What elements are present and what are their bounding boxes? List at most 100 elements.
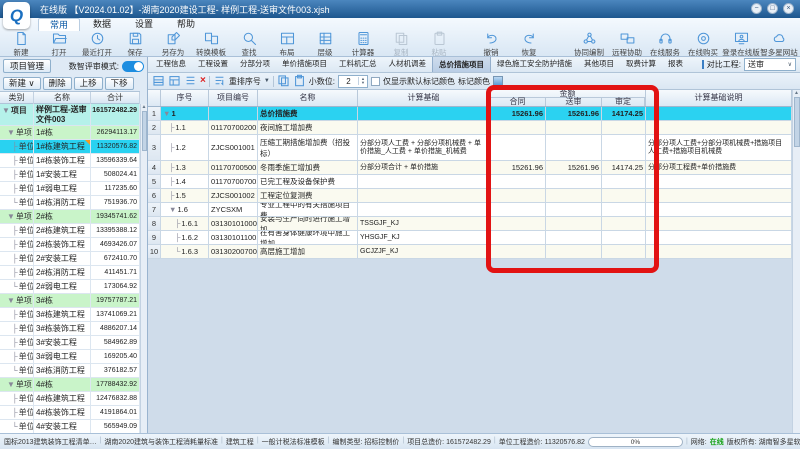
- tree-row[interactable]: ▼单项2#栋19345741.62: [0, 210, 140, 224]
- login-button[interactable]: 登录在线版: [722, 31, 760, 57]
- tree-row[interactable]: └单位1#栋消防工程751936.70: [0, 196, 140, 210]
- tree-row[interactable]: ├单位2#栋装饰工程4693426.07: [0, 238, 140, 252]
- service-button[interactable]: 在线服务: [646, 31, 684, 57]
- table-row[interactable]: 1▼1总价措施费15261.9615261.9614174.25: [148, 107, 792, 121]
- tab-总价措施项目[interactable]: 总价措施项目: [432, 57, 491, 72]
- tree-scrollbar-thumb[interactable]: [142, 111, 147, 151]
- convert-button[interactable]: 转换模板: [192, 31, 230, 57]
- list-view-button[interactable]: [184, 74, 197, 89]
- tab-报表[interactable]: 报表: [662, 57, 689, 72]
- copy-cell-button[interactable]: [277, 74, 290, 89]
- tab-人材机调差[interactable]: 人材机调差: [383, 57, 433, 72]
- table-scrollbar[interactable]: ▲: [792, 90, 800, 433]
- table-row[interactable]: 9├1.6.2031301011001在有害身体健康环境中施工增加YHSGJF_…: [148, 231, 792, 245]
- minimize-button[interactable]: −: [751, 3, 762, 14]
- tree-row[interactable]: ├单位2#安装工程672410.70: [0, 252, 140, 266]
- ribbon-tab-数据[interactable]: 数据: [82, 18, 122, 31]
- open-button[interactable]: 打开: [40, 31, 78, 57]
- project-manage-button[interactable]: 项目管理: [3, 59, 51, 73]
- tree-row[interactable]: ▼单项4#栋17788432.92: [0, 378, 140, 392]
- tree-delete-button[interactable]: 删除: [43, 77, 72, 90]
- site-button[interactable]: 智多星网站: [760, 31, 798, 57]
- tree-row[interactable]: ├单位3#弱电工程169205.40: [0, 350, 140, 364]
- tree-row[interactable]: └单位2#弱电工程173064.92: [0, 280, 140, 294]
- spinner-arrows-icon[interactable]: ▲▼: [358, 77, 367, 85]
- tree-new-button[interactable]: 新建 ∨: [3, 77, 41, 90]
- tab-单价措施项目[interactable]: 单价措施项目: [276, 57, 333, 72]
- table-row[interactable]: 2├1.1011707002001夜间施工增加费: [148, 121, 792, 135]
- decimal-spinner[interactable]: 2 ▲▼: [338, 75, 368, 88]
- tree-scrollbar[interactable]: ▲: [140, 104, 147, 433]
- tab-其他项目[interactable]: 其他项目: [578, 57, 620, 72]
- ribbon-tab-设置[interactable]: 设置: [124, 18, 164, 31]
- tree-row[interactable]: ├单位3#安装工程584962.89: [0, 336, 140, 350]
- col-header-contract[interactable]: 合同: [490, 98, 546, 106]
- tab-工程信息[interactable]: 工程信息: [150, 57, 192, 72]
- col-header-review[interactable]: 送审: [546, 98, 602, 106]
- redo-button[interactable]: 恢复: [510, 31, 548, 57]
- paste-cell-button[interactable]: [293, 74, 306, 89]
- tab-工程设置[interactable]: 工程设置: [192, 57, 234, 72]
- new-button[interactable]: 新建: [2, 31, 40, 57]
- tree-row[interactable]: ├单位3#栋装饰工程4886207.14: [0, 322, 140, 336]
- recent-button[interactable]: 最近打开: [78, 31, 116, 57]
- save-button[interactable]: 保存: [116, 31, 154, 57]
- saveas-button[interactable]: 另存为: [154, 31, 192, 57]
- smart-review-mode-toggle[interactable]: [122, 61, 144, 72]
- maximize-button[interactable]: □: [767, 3, 778, 14]
- layout-button[interactable]: 布局: [268, 31, 306, 57]
- mark-color-swatch[interactable]: [493, 76, 503, 86]
- col-header-approved[interactable]: 审定: [602, 98, 645, 106]
- ribbon-tab-常用[interactable]: 常用: [38, 18, 80, 31]
- tree-row[interactable]: ├单位2#栋建筑工程13395388.12: [0, 224, 140, 238]
- table-row[interactable]: 6├1.5ZJCS001002工程定位复测费: [148, 189, 792, 203]
- tab-工料机汇总[interactable]: 工料机汇总: [333, 57, 383, 72]
- calc-button[interactable]: 计算器: [344, 31, 382, 57]
- tree-row[interactable]: ├单位2#栋消防工程411451.71: [0, 266, 140, 280]
- table-row[interactable]: 3├1.2ZJCS001001压缩工期措施增加费（招投标）分部分项人工费 + 分…: [148, 135, 792, 161]
- tree-row[interactable]: ├单位1#弱电工程117235.60: [0, 182, 140, 196]
- buy-button[interactable]: 在线购买: [684, 31, 722, 57]
- tree-row[interactable]: └单位4#安装工程565949.09: [0, 420, 140, 433]
- table-row[interactable]: 7▼1.6ZYCSXM专业工程中的有关措施项目费: [148, 203, 792, 217]
- reorder-button[interactable]: 重排序号: [229, 76, 261, 87]
- tree-row[interactable]: ├单位4#栋建筑工程12476832.88: [0, 392, 140, 406]
- tab-绿色施工安全防护措施[interactable]: 绿色施工安全防护措施: [491, 57, 578, 72]
- undo-button[interactable]: 撤销: [472, 31, 510, 57]
- tab-取费计算[interactable]: 取费计算: [620, 57, 662, 72]
- table-row[interactable]: 10└1.6.3031302007001高层施工增加GCJZJF_KJ: [148, 245, 792, 259]
- level-button[interactable]: 层级: [306, 31, 344, 57]
- tree-row[interactable]: ▼项目样例工程-送审文件003161572482.29: [0, 104, 140, 126]
- col-header-seq[interactable]: 序号: [161, 90, 209, 106]
- delete-row-button[interactable]: ×: [200, 76, 206, 86]
- ribbon-tab-帮助[interactable]: 帮助: [166, 18, 206, 31]
- only-default-color-checkbox[interactable]: [371, 77, 380, 86]
- tree-row[interactable]: ▼单项1#栋26294113.17: [0, 126, 140, 140]
- expand-all-button[interactable]: [152, 74, 165, 89]
- tree-row[interactable]: ├单位3#栋建筑工程13741069.21: [0, 308, 140, 322]
- tree-row[interactable]: ├单位1#栋建筑工程11320576.82: [0, 140, 140, 154]
- collab-button[interactable]: 协同编制: [570, 31, 608, 57]
- close-button[interactable]: ×: [783, 3, 794, 14]
- tree-row[interactable]: ├单位1#栋装饰工程13596339.64: [0, 154, 140, 168]
- tree-row[interactable]: ├单位1#安装工程508024.41: [0, 168, 140, 182]
- col-header-note[interactable]: 计算基础说明: [646, 90, 792, 106]
- find-button[interactable]: 查找: [230, 31, 268, 57]
- collapse-all-button[interactable]: [168, 74, 181, 89]
- compare-project-select[interactable]: 送审 ∨: [744, 58, 796, 71]
- tree-move-up-button[interactable]: 上移: [74, 77, 103, 90]
- tree-row[interactable]: ├单位4#栋装饰工程4191864.01: [0, 406, 140, 420]
- table-row[interactable]: 4├1.3011707005001冬雨季施工增加费分部分项合计 + 单价措施15…: [148, 161, 792, 175]
- table-scrollbar-thumb[interactable]: [794, 97, 800, 147]
- table-row[interactable]: 5├1.4011707007001已完工程及设备保护费: [148, 175, 792, 189]
- col-header-name[interactable]: 名称: [258, 90, 358, 106]
- reorder-caret-icon[interactable]: ▼: [264, 78, 270, 84]
- col-header-code[interactable]: 项目编号: [209, 90, 258, 106]
- tree-row[interactable]: └单位3#栋消防工程376182.57: [0, 364, 140, 378]
- tab-分部分项[interactable]: 分部分项: [234, 57, 276, 72]
- remote-button[interactable]: 远程协助: [608, 31, 646, 57]
- col-header-base[interactable]: 计算基础: [358, 90, 490, 106]
- table-row[interactable]: 8├1.6.1031301010001安装与生产同时进行施工增加TSSGJF_K…: [148, 217, 792, 231]
- tree-move-down-button[interactable]: 下移: [105, 77, 134, 90]
- tree-row[interactable]: ▼单项3#栋19757787.21: [0, 294, 140, 308]
